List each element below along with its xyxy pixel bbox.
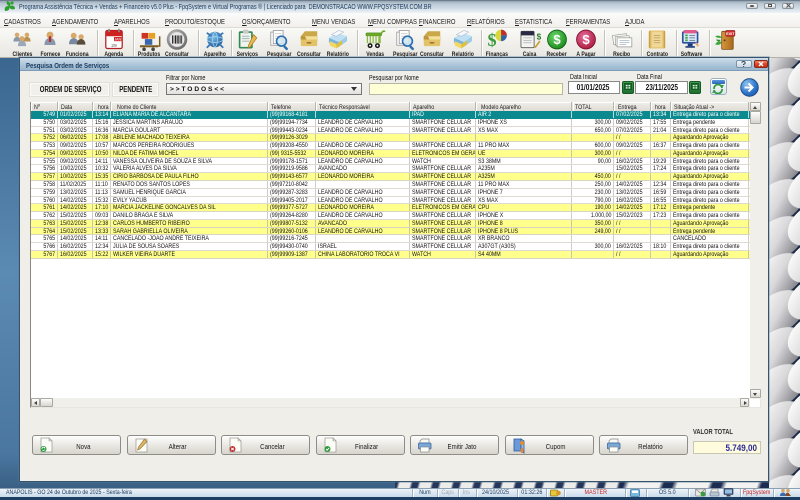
svg-text:$: $ <box>537 33 542 42</box>
svg-text:JAN: JAN <box>114 38 121 42</box>
svg-text:$: $ <box>582 32 590 47</box>
svg-text:$: $ <box>488 30 497 50</box>
svg-text:EXIT: EXIT <box>726 32 735 36</box>
svg-text:29: 29 <box>111 43 117 49</box>
svg-text:$: $ <box>553 32 561 47</box>
